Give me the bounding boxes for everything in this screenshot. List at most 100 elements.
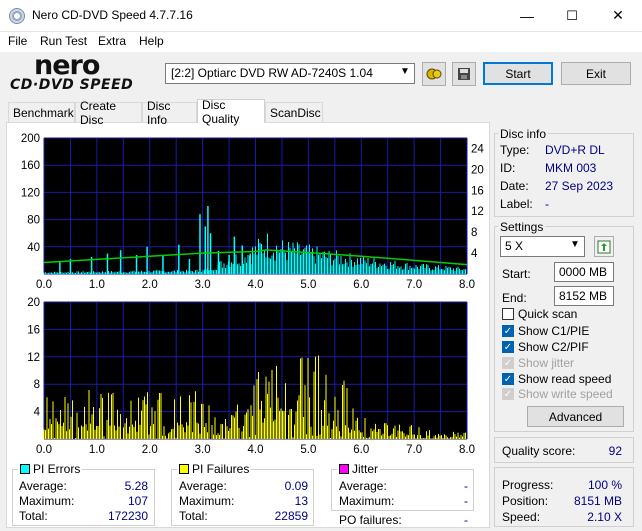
disc-label-value: - bbox=[545, 197, 549, 211]
show-c2-checkbox[interactable]: ✓ bbox=[502, 341, 514, 353]
jitter-title: Jitter bbox=[337, 462, 381, 476]
jitter-max-label: Maximum: bbox=[339, 494, 395, 508]
x-tick-label: 6.0 bbox=[353, 444, 369, 456]
settings-title: Settings bbox=[498, 220, 546, 234]
maximize-button[interactable]: ☐ bbox=[549, 0, 595, 31]
pi-errors-total: 172230 bbox=[107, 509, 148, 523]
y2-tick-label: 8 bbox=[471, 227, 477, 239]
x-tick-label: 4.0 bbox=[248, 444, 264, 456]
x-tick-label: 3.0 bbox=[195, 279, 211, 291]
menu-file[interactable]: File bbox=[8, 34, 27, 48]
pi-failures-max: 13 bbox=[294, 494, 308, 508]
tab-benchmark[interactable]: Benchmark bbox=[8, 102, 75, 122]
disc-date-label: Date: bbox=[500, 179, 529, 193]
y-tick-label: 160 bbox=[21, 160, 40, 172]
po-failures-value: - bbox=[464, 513, 468, 527]
exit-button[interactable]: Exit bbox=[561, 62, 631, 85]
y2-tick-label: 4 bbox=[471, 248, 478, 260]
show-jitter-label: Show jitter bbox=[518, 356, 575, 370]
close-button[interactable]: ✕ bbox=[595, 0, 641, 31]
pi-failures-title: PI Failures bbox=[177, 462, 252, 476]
x-tick-label: 0.0 bbox=[36, 279, 52, 291]
show-write-speed-checkbox: ✓ bbox=[502, 388, 514, 400]
disc-type-label: Type: bbox=[500, 143, 530, 157]
disc-label-label: Label: bbox=[500, 197, 533, 211]
show-c1-checkbox[interactable]: ✓ bbox=[502, 325, 514, 337]
window-title: Nero CD-DVD Speed 4.7.7.16 bbox=[32, 8, 193, 22]
menu-run-test[interactable]: Run Test bbox=[40, 34, 87, 48]
disc-id-value: MKM 003 bbox=[545, 161, 597, 175]
tab-disc-info[interactable]: Disc Info bbox=[142, 99, 197, 127]
logo-subtitle: CD·DVD SPEED bbox=[10, 77, 134, 93]
y2-tick-label: 20 bbox=[471, 164, 484, 176]
tab-scandisc[interactable]: ScanDisc bbox=[265, 102, 323, 122]
speed-select-value: 5 X bbox=[505, 239, 524, 253]
pi-failures-max-label: Maximum: bbox=[179, 494, 235, 508]
x-tick-label: 7.0 bbox=[406, 444, 422, 456]
jitter-max: - bbox=[464, 494, 468, 508]
drive-select-value: [2:2] Optiarc DVD RW AD-7240S 1.04 bbox=[171, 66, 373, 80]
pi-failures-avg: 0.09 bbox=[284, 479, 308, 493]
y2-tick-label: 16 bbox=[471, 185, 484, 197]
end-field[interactable]: 8152 MB bbox=[554, 286, 614, 306]
x-tick-label: 4.0 bbox=[248, 279, 264, 291]
speed-label: Speed: bbox=[502, 510, 541, 524]
refresh-speed-button[interactable] bbox=[594, 236, 614, 257]
pi-failures-avg-label: Average: bbox=[179, 479, 227, 493]
pi-errors-swatch bbox=[20, 464, 30, 474]
y-tick-label: 4 bbox=[34, 407, 41, 419]
disc-info-title: Disc info bbox=[498, 127, 549, 141]
y-tick-label: 12 bbox=[27, 352, 40, 364]
x-tick-label: 8.0 bbox=[459, 279, 475, 291]
end-label: End: bbox=[502, 291, 527, 305]
y-tick-label: 200 bbox=[21, 133, 40, 145]
jitter-avg: - bbox=[464, 479, 468, 493]
jitter-avg-label: Average: bbox=[339, 479, 387, 493]
menu-extra[interactable]: Extra bbox=[98, 34, 126, 48]
pi-failures-total: 22859 bbox=[274, 509, 308, 523]
x-tick-label: 0.0 bbox=[36, 444, 52, 456]
y-tick-label: 16 bbox=[27, 324, 40, 336]
progress-value: 100 % bbox=[587, 478, 622, 492]
chevron-down-icon: ▼ bbox=[570, 239, 580, 250]
minimize-button[interactable]: — bbox=[504, 0, 550, 31]
chevron-down-icon: ▼ bbox=[400, 66, 410, 77]
advanced-button[interactable]: Advanced bbox=[527, 406, 624, 427]
tab-disc-quality[interactable]: Disc Quality bbox=[197, 98, 265, 126]
y-tick-label: 40 bbox=[27, 242, 40, 254]
quick-scan-checkbox[interactable] bbox=[502, 308, 514, 320]
x-tick-label: 2.0 bbox=[142, 279, 158, 291]
quick-scan-label: Quick scan bbox=[518, 307, 578, 321]
start-field[interactable]: 0000 MB bbox=[554, 262, 614, 282]
show-c1-label: Show C1/PIE bbox=[518, 324, 590, 338]
x-tick-label: 5.0 bbox=[300, 279, 316, 291]
app-icon bbox=[9, 8, 25, 24]
show-jitter-checkbox: ✓ bbox=[502, 357, 514, 369]
start-label: Start: bbox=[502, 267, 531, 281]
po-failures-label: PO failures: bbox=[339, 513, 402, 527]
disc-type-value: DVD+R DL bbox=[545, 143, 605, 157]
show-read-speed-checkbox[interactable]: ✓ bbox=[502, 373, 514, 385]
x-tick-label: 8.0 bbox=[459, 444, 475, 456]
jitter-swatch bbox=[339, 464, 349, 474]
y2-tick-label: 24 bbox=[471, 143, 484, 155]
start-button[interactable]: Start bbox=[483, 62, 553, 85]
pi-errors-max-label: Maximum: bbox=[19, 494, 75, 508]
menu-help[interactable]: Help bbox=[139, 34, 164, 48]
show-read-speed-label: Show read speed bbox=[518, 372, 612, 386]
x-tick-label: 7.0 bbox=[406, 279, 422, 291]
pi-errors-avg-label: Average: bbox=[19, 479, 67, 493]
pi-failures-total-label: Total: bbox=[179, 509, 208, 523]
menu-bar bbox=[0, 32, 642, 52]
eject-button[interactable] bbox=[422, 62, 446, 86]
quality-score-label: Quality score: bbox=[502, 444, 576, 458]
pi-failures-swatch bbox=[179, 464, 189, 474]
tab-create-disc[interactable]: Create Disc bbox=[75, 99, 142, 127]
save-button[interactable] bbox=[452, 62, 476, 86]
show-c2-label: Show C2/PIF bbox=[518, 340, 589, 354]
x-tick-label: 6.0 bbox=[353, 279, 369, 291]
disc-date-value: 27 Sep 2023 bbox=[545, 179, 614, 193]
progress-label: Progress: bbox=[502, 478, 554, 492]
y-tick-label: 8 bbox=[34, 379, 40, 391]
position-label: Position: bbox=[502, 494, 549, 508]
